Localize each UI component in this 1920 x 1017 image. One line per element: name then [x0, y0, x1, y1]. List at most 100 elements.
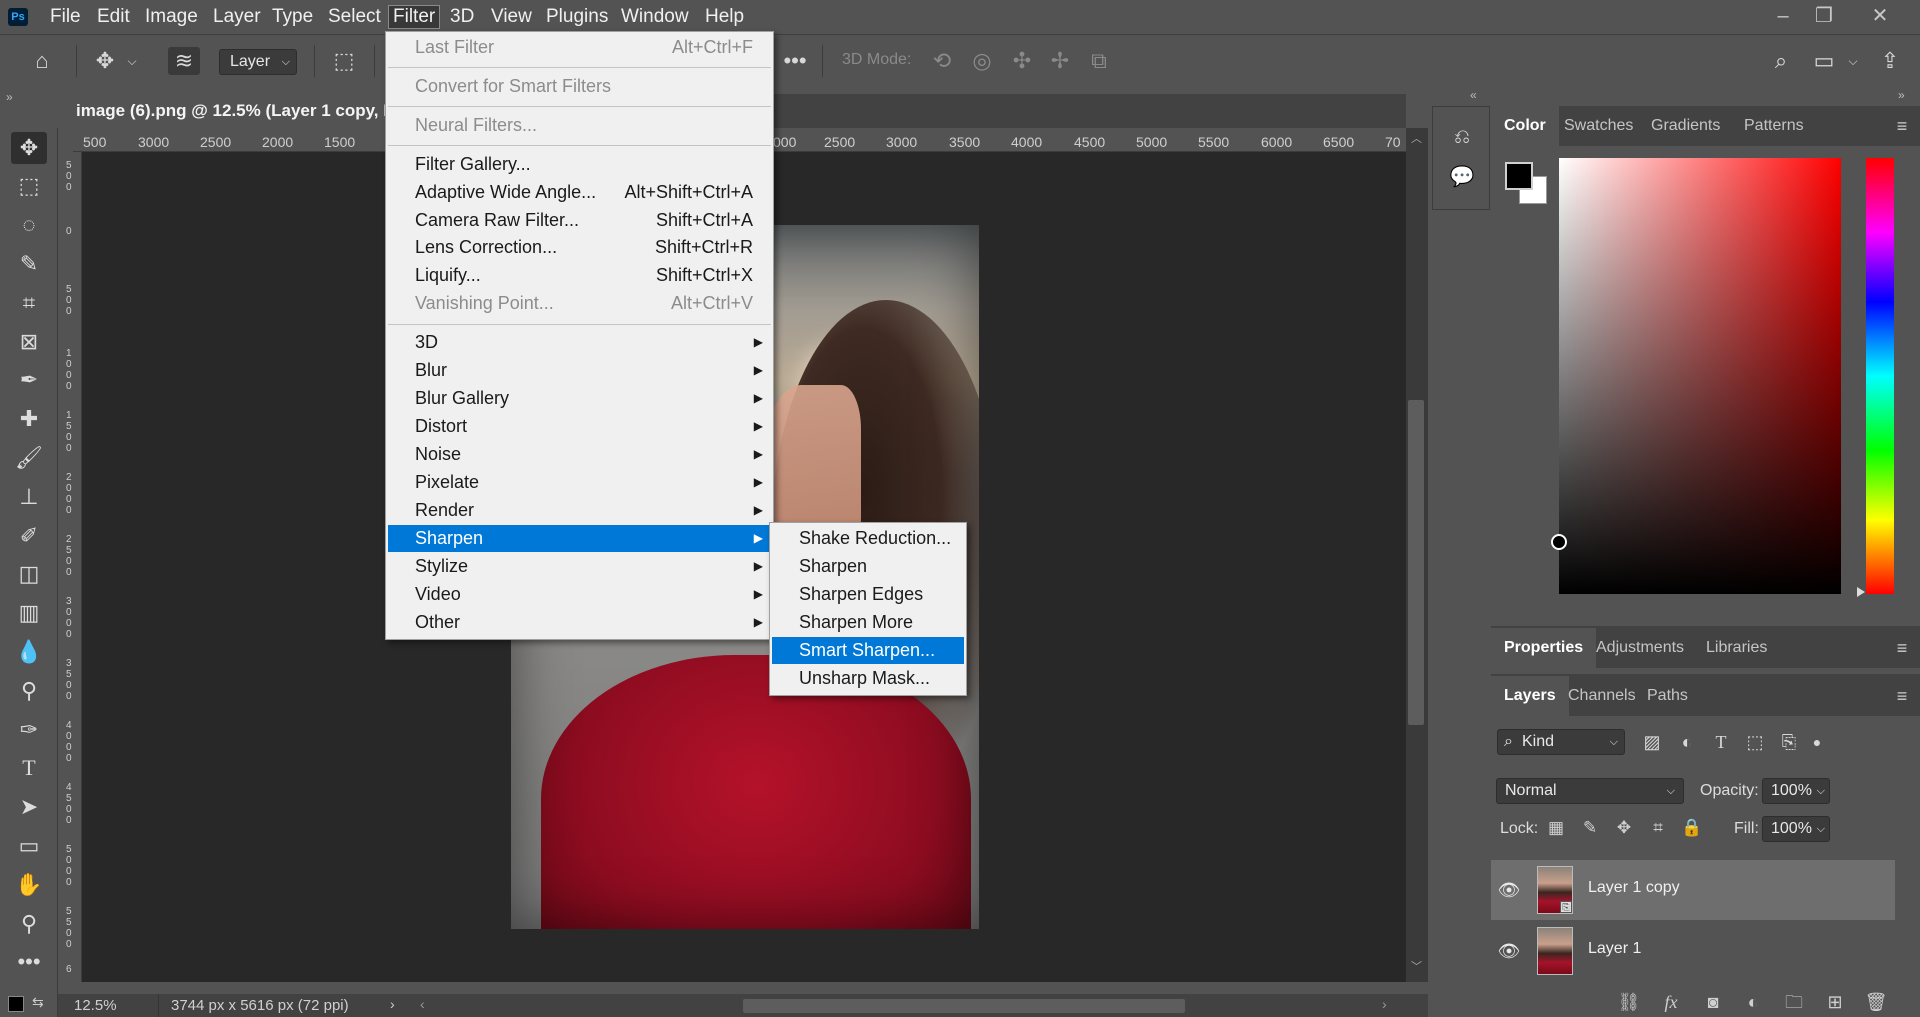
lock-transparent-pixels-icon[interactable]: ▦: [1543, 815, 1569, 841]
menu-image[interactable]: Image: [141, 5, 202, 29]
menu-item-last-filter[interactable]: Last Filter Alt+Ctrl+F: [388, 34, 771, 61]
tab-swatches[interactable]: Swatches: [1551, 106, 1646, 146]
vertical-scroll-thumb[interactable]: [1408, 400, 1424, 725]
pen-tool-icon[interactable]: ✑: [11, 714, 47, 746]
history-brush-tool-icon[interactable]: ✐: [11, 520, 47, 552]
filter-pixel-layers-icon[interactable]: ▨: [1639, 729, 1665, 755]
menu-help[interactable]: Help: [701, 5, 748, 29]
menu-item-other[interactable]: Other ▶: [388, 609, 771, 636]
move-tool-icon[interactable]: ✥: [11, 132, 47, 164]
menu-item-smart-sharpen[interactable]: Smart Sharpen...: [772, 637, 964, 664]
blend-mode-dropdown[interactable]: Normal ⌵: [1496, 778, 1684, 804]
home-icon[interactable]: ⌂: [26, 47, 58, 75]
add-mask-icon[interactable]: ◙: [1699, 990, 1727, 1014]
transform-controls-icon[interactable]: ⬚: [328, 47, 360, 75]
chevron-up-icon[interactable]: ︿: [1411, 130, 1422, 146]
menu-plugins[interactable]: Plugins: [542, 5, 612, 29]
lock-all-icon[interactable]: 🔒: [1679, 815, 1705, 841]
new-group-icon[interactable]: 🗀: [1780, 990, 1808, 1014]
delete-layer-icon[interactable]: 🗑: [1862, 990, 1890, 1014]
tab-gradients[interactable]: Gradients: [1638, 106, 1733, 146]
filter-adjustment-layers-icon[interactable]: ◐: [1674, 729, 1700, 755]
rectangle-tool-icon[interactable]: ▭: [11, 830, 47, 862]
color-picker-handle[interactable]: [1551, 534, 1567, 550]
menu-filter[interactable]: Filter: [388, 5, 441, 29]
hue-slider-handle[interactable]: [1857, 587, 1865, 597]
close-icon[interactable]: ✕: [1865, 2, 1895, 30]
adjustment-layer-icon[interactable]: ◐: [1739, 990, 1767, 1014]
link-layers-icon[interactable]: ⛓: [1615, 990, 1643, 1014]
foreground-color-swatch[interactable]: [1505, 162, 1533, 190]
layer-row[interactable]: 👁 Layer 1: [1491, 921, 1895, 981]
menu-item-camera-raw-filter[interactable]: Camera Raw Filter... Shift+Ctrl+A: [388, 207, 771, 234]
comments-icon[interactable]: 💬: [1448, 163, 1476, 191]
filter-shape-layers-icon[interactable]: ⬚: [1742, 729, 1768, 755]
layer-style-fx-icon[interactable]: fx: [1657, 990, 1685, 1014]
menu-item-sharpen[interactable]: Sharpen ▶: [388, 525, 771, 552]
menu-item-blur[interactable]: Blur ▶: [388, 357, 771, 384]
collapse-panels-icon[interactable]: «: [1470, 88, 1477, 102]
tab-patterns[interactable]: Patterns: [1731, 106, 1817, 146]
layer-name[interactable]: Layer 1: [1588, 940, 1641, 958]
zoom-tool-icon[interactable]: ⚲: [11, 908, 47, 940]
minimize-icon[interactable]: –: [1768, 2, 1798, 30]
roll-3d-icon[interactable]: ◎: [968, 47, 996, 75]
search-icon[interactable]: ⌕: [1767, 47, 1795, 75]
menu-view[interactable]: View: [487, 5, 536, 29]
menu-item-pixelate[interactable]: Pixelate ▶: [388, 469, 771, 496]
share-icon[interactable]: ⇪: [1876, 47, 1904, 75]
visibility-eye-icon[interactable]: 👁: [1497, 939, 1521, 963]
menu-item-blur-gallery[interactable]: Blur Gallery ▶: [388, 385, 771, 412]
menu-item-3d[interactable]: 3D ▶: [388, 329, 771, 356]
slide-3d-icon[interactable]: ✢: [1046, 47, 1074, 75]
fill-input[interactable]: 100% ⌵: [1762, 816, 1830, 842]
dodge-tool-icon[interactable]: ⚲: [11, 675, 47, 707]
filter-toggle-icon[interactable]: ●: [1804, 729, 1830, 755]
gradient-tool-icon[interactable]: ▥: [11, 597, 47, 629]
panel-menu-icon[interactable]: ≡: [1892, 116, 1912, 136]
opacity-input[interactable]: 100% ⌵: [1762, 778, 1830, 804]
menu-item-sharpen-more[interactable]: Sharpen More: [772, 609, 964, 636]
more-options-icon[interactable]: •••: [780, 47, 810, 75]
menu-item-stylize[interactable]: Stylize ▶: [388, 553, 771, 580]
frame-tool-icon[interactable]: ⊠: [11, 326, 47, 358]
healing-brush-tool-icon[interactable]: ✚: [11, 403, 47, 435]
expand-panels-icon[interactable]: »: [1898, 88, 1905, 102]
blur-tool-icon[interactable]: 💧: [11, 636, 47, 668]
color-picker-field[interactable]: [1559, 158, 1841, 594]
menu-type[interactable]: Type: [268, 5, 317, 29]
chevron-down-icon[interactable]: ﹀: [1411, 958, 1422, 974]
filter-smart-objects-icon[interactable]: ⎘: [1776, 729, 1802, 755]
menu-item-shake-reduction[interactable]: Shake Reduction...: [772, 525, 964, 552]
scale-3d-icon[interactable]: ⧉: [1085, 47, 1113, 75]
horizontal-scroll-thumb[interactable]: [743, 999, 1185, 1013]
hue-slider[interactable]: [1866, 158, 1894, 594]
document-tab[interactable]: image (6).png @ 12.5% (Layer 1 copy, R: [58, 94, 414, 128]
history-icon[interactable]: ⎌: [1448, 123, 1476, 151]
clone-stamp-tool-icon[interactable]: ⊥: [11, 481, 47, 513]
menu-item-neural-filters[interactable]: Neural Filters...: [388, 112, 771, 139]
menu-item-distort[interactable]: Distort ▶: [388, 413, 771, 440]
auto-select-target-dropdown[interactable]: Layer ⌵: [219, 49, 297, 75]
visibility-eye-icon[interactable]: 👁: [1497, 878, 1521, 902]
zoom-level[interactable]: 12.5%: [74, 997, 117, 1014]
lock-artboard-icon[interactable]: ⌗: [1645, 815, 1671, 841]
panel-menu-icon[interactable]: ≡: [1892, 686, 1912, 706]
menu-item-render[interactable]: Render ▶: [388, 497, 771, 524]
layer-filter-kind-dropdown[interactable]: ⌕ Kind ⌵: [1497, 729, 1625, 755]
menu-edit[interactable]: Edit: [93, 5, 134, 29]
crop-tool-icon[interactable]: ⌗: [11, 287, 47, 319]
tab-color[interactable]: Color: [1491, 106, 1559, 146]
eraser-tool-icon[interactable]: ◫: [11, 558, 47, 590]
hand-tool-icon[interactable]: ✋: [11, 869, 47, 901]
restore-icon[interactable]: ❐: [1809, 2, 1839, 30]
menu-layer[interactable]: Layer: [209, 5, 265, 29]
lock-position-icon[interactable]: ✥: [1611, 815, 1637, 841]
pan-3d-icon[interactable]: ✣: [1008, 47, 1036, 75]
lasso-tool-icon[interactable]: ◌: [11, 209, 47, 241]
collapse-toolbar-icon[interactable]: »: [6, 90, 13, 104]
menu-window[interactable]: Window: [617, 5, 693, 29]
menu-item-sharpen-basic[interactable]: Sharpen: [772, 553, 964, 580]
chevron-down-icon[interactable]: ⌵: [1846, 47, 1860, 75]
chevron-right-icon[interactable]: ›: [1382, 996, 1387, 1012]
